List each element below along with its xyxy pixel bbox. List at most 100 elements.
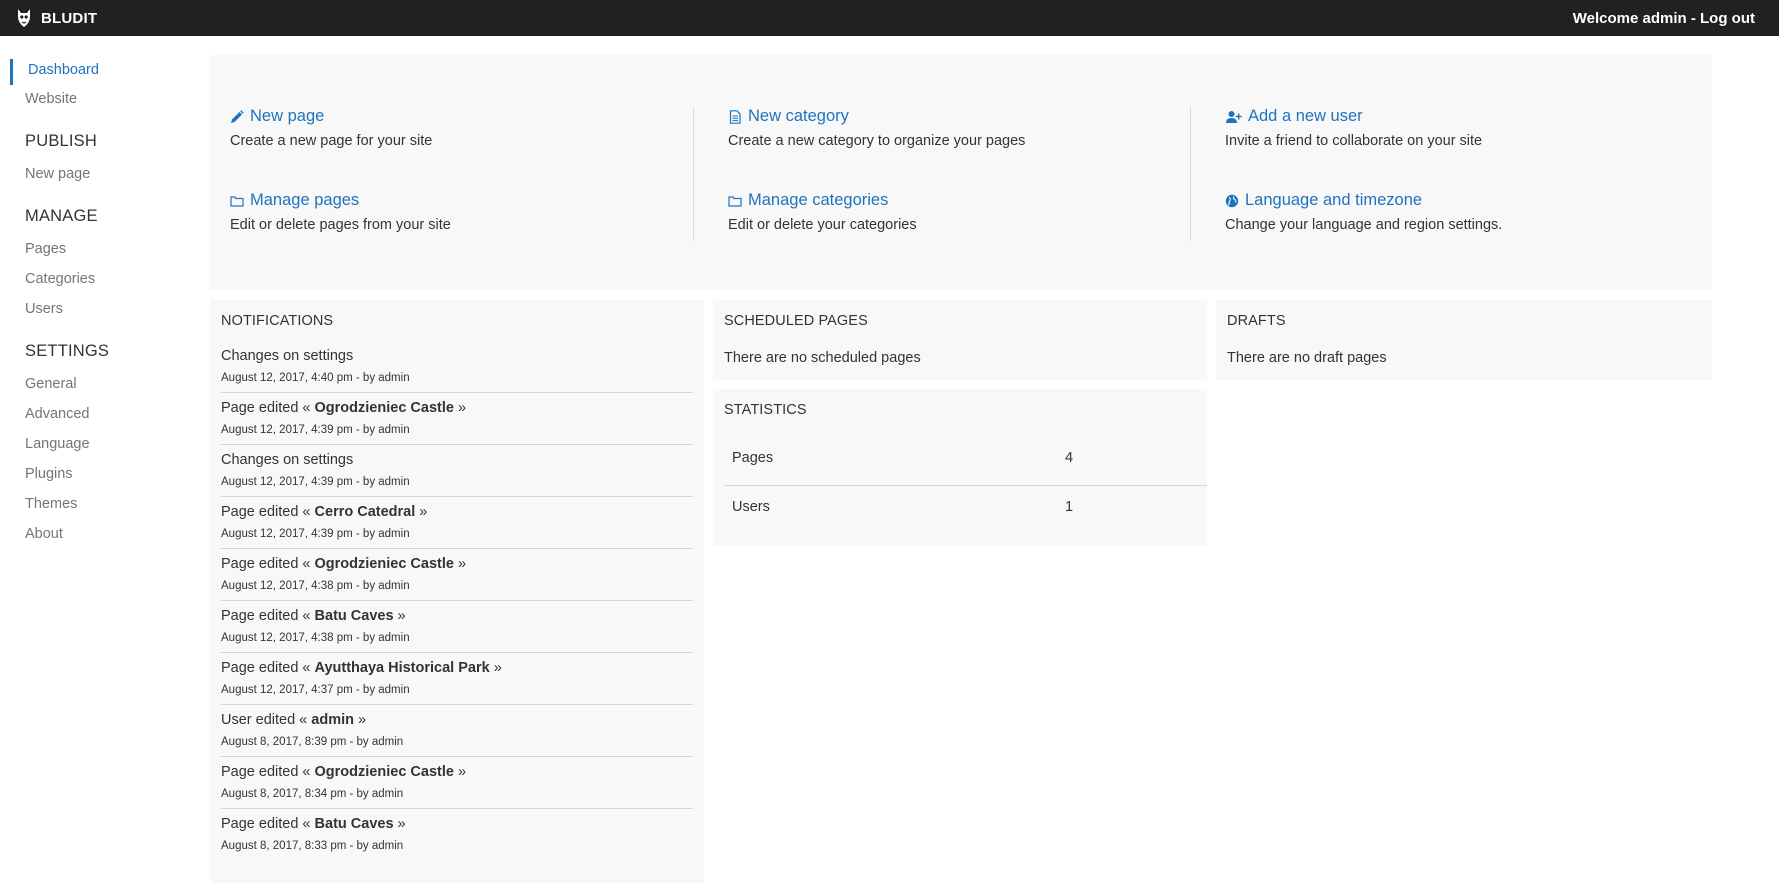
folder-icon	[230, 195, 244, 207]
scheduled-pages-title: SCHEDULED PAGES	[724, 313, 868, 329]
sidebar-item-website[interactable]: Website	[25, 91, 77, 107]
sidebar-item-about[interactable]: About	[25, 526, 63, 542]
drafts-title: DRAFTS	[1227, 313, 1286, 329]
new-category-link[interactable]: New category	[728, 107, 1025, 126]
notification-action: Page edited	[221, 764, 299, 780]
notification-timestamp: August 8, 2017, 8:34 pm - by admin	[221, 788, 404, 800]
notification-action: Page edited	[221, 504, 299, 520]
notification-subject: Batu Caves	[314, 608, 394, 624]
brand[interactable]: BLUDIT	[16, 0, 97, 36]
sidebar-item-general[interactable]: General	[25, 376, 77, 392]
scheduled-pages-empty-text: There are no scheduled pages	[724, 350, 921, 366]
sidebar-item-users[interactable]: Users	[25, 301, 63, 317]
statistics-row-users: Users 1	[724, 485, 1207, 534]
notification-title: User edited « admin »	[221, 712, 366, 728]
notification-divider	[221, 444, 693, 445]
new-page-link[interactable]: New page	[230, 107, 432, 126]
notification-action: User edited	[221, 712, 296, 728]
notification-item: Page edited « Cerro Catedral » August 12,…	[221, 504, 693, 556]
notification-subject: Ogrodzieniec Castle	[314, 400, 454, 416]
notification-quote-close: »	[453, 764, 467, 780]
notification-item: Changes on settings August 12, 2017, 4:40…	[221, 348, 693, 400]
new-category-description: Create a new category to organize your p…	[728, 133, 1026, 149]
notification-divider	[221, 756, 693, 757]
sidebar-item-language[interactable]: Language	[25, 436, 90, 452]
notifications-card: NOTIFICATIONS Changes on settings August …	[210, 300, 704, 883]
notification-action: Changes on settings	[221, 452, 354, 468]
folder-icon	[728, 195, 742, 207]
language-timezone-description: Change your language and region settings…	[1225, 217, 1503, 233]
brand-name: BLUDIT	[41, 9, 98, 27]
notification-quote-close: »	[453, 400, 467, 416]
quick-item-manage-pages: Manage pages Edit or delete pages from y…	[230, 191, 451, 233]
quick-links-divider	[693, 107, 694, 241]
new-page-link-label: New page	[250, 107, 325, 125]
notification-title: Page edited « Batu Caves »	[221, 608, 406, 624]
manage-categories-link-label: Manage categories	[748, 191, 889, 209]
quick-links-divider	[1190, 107, 1191, 241]
drafts-card: DRAFTS There are no draft pages	[1216, 300, 1712, 380]
statistics-title: STATISTICS	[724, 402, 807, 418]
new-page-description: Create a new page for your site	[230, 133, 433, 149]
quick-item-new-page: New page Create a new page for your site	[230, 107, 432, 149]
sidebar-item-plugins[interactable]: Plugins	[25, 466, 73, 482]
notification-action: Page edited	[221, 608, 299, 624]
notification-item: Page edited « Ogrodzieniec Castle » Augus…	[221, 400, 693, 452]
notification-divider	[221, 496, 693, 497]
notification-divider	[221, 652, 693, 653]
user-menu: Welcome admin - Log out	[1573, 0, 1755, 36]
notification-divider	[221, 600, 693, 601]
welcome-text: Welcome admin	[1572, 9, 1687, 27]
notification-title: Page edited « Cerro Catedral »	[221, 504, 427, 520]
notification-quote-close: »	[453, 556, 467, 572]
notification-timestamp: August 8, 2017, 8:39 pm - by admin	[221, 736, 404, 748]
top-navbar: BLUDIT Welcome admin - Log out	[0, 0, 1779, 36]
notification-divider	[221, 808, 693, 809]
quick-item-language: Language and timezone Change your langua…	[1225, 191, 1502, 233]
notification-item: Page edited « Batu Caves » August 12, 201…	[221, 608, 693, 660]
notification-title: Page edited « Batu Caves »	[221, 816, 406, 832]
notification-quote-open: «	[298, 764, 315, 780]
notification-quote-open: «	[295, 712, 312, 728]
add-user-description: Invite a friend to collaborate on your s…	[1225, 133, 1483, 149]
manage-categories-link[interactable]: Manage categories	[728, 191, 917, 210]
sidebar-item-advanced[interactable]: Advanced	[25, 406, 90, 422]
quick-links-panel: New page Create a new page for your site…	[210, 55, 1712, 290]
notification-timestamp: August 12, 2017, 4:39 pm - by admin	[221, 528, 410, 540]
notification-timestamp: August 12, 2017, 4:39 pm - by admin	[221, 424, 410, 436]
notification-quote-open: «	[298, 556, 315, 572]
document-icon	[729, 109, 741, 124]
notification-subject: Cerro Catedral	[314, 504, 416, 520]
sidebar-item-themes[interactable]: Themes	[25, 496, 77, 512]
globe-icon	[1225, 194, 1239, 207]
sidebar-item-pages[interactable]: Pages	[25, 241, 66, 257]
notification-action: Page edited	[221, 660, 299, 676]
language-timezone-link[interactable]: Language and timezone	[1225, 191, 1502, 210]
manage-categories-description: Edit or delete your categories	[728, 217, 917, 233]
notification-timestamp: August 12, 2017, 4:39 pm - by admin	[221, 476, 410, 488]
topbar-separator: -	[1686, 9, 1701, 27]
notification-subject: admin	[311, 712, 354, 728]
statistics-row-pages: Pages 4	[724, 436, 1207, 485]
notification-action: Page edited	[221, 816, 299, 832]
logout-link[interactable]: Log out	[1700, 10, 1755, 27]
language-timezone-link-label: Language and timezone	[1245, 191, 1423, 209]
manage-pages-link[interactable]: Manage pages	[230, 191, 451, 210]
sidebar-item-dashboard[interactable]: Dashboard	[28, 62, 99, 78]
quick-item-manage-categories: Manage categories Edit or delete your ca…	[728, 191, 917, 233]
notification-quote-open: «	[298, 400, 315, 416]
notification-timestamp: August 12, 2017, 4:40 pm - by admin	[221, 372, 410, 384]
notification-divider	[221, 392, 693, 393]
notification-timestamp: August 12, 2017, 4:38 pm - by admin	[221, 580, 410, 592]
notification-timestamp: August 12, 2017, 4:38 pm - by admin	[221, 632, 410, 644]
notification-quote-open: «	[298, 660, 315, 676]
add-user-link[interactable]: Add a new user	[1225, 107, 1482, 126]
notification-action: Page edited	[221, 400, 299, 416]
notification-quote-open: «	[298, 504, 315, 520]
sidebar-item-categories[interactable]: Categories	[25, 271, 95, 287]
notification-subject: Ayutthaya Historical Park	[314, 660, 490, 676]
sidebar-item-new-page[interactable]: New page	[25, 166, 90, 182]
notification-item: Page edited « Ogrodzieniec Castle » Augus…	[221, 764, 693, 816]
notification-quote-close: »	[393, 608, 406, 624]
notification-item: Changes on settings August 12, 2017, 4:39…	[221, 452, 693, 504]
